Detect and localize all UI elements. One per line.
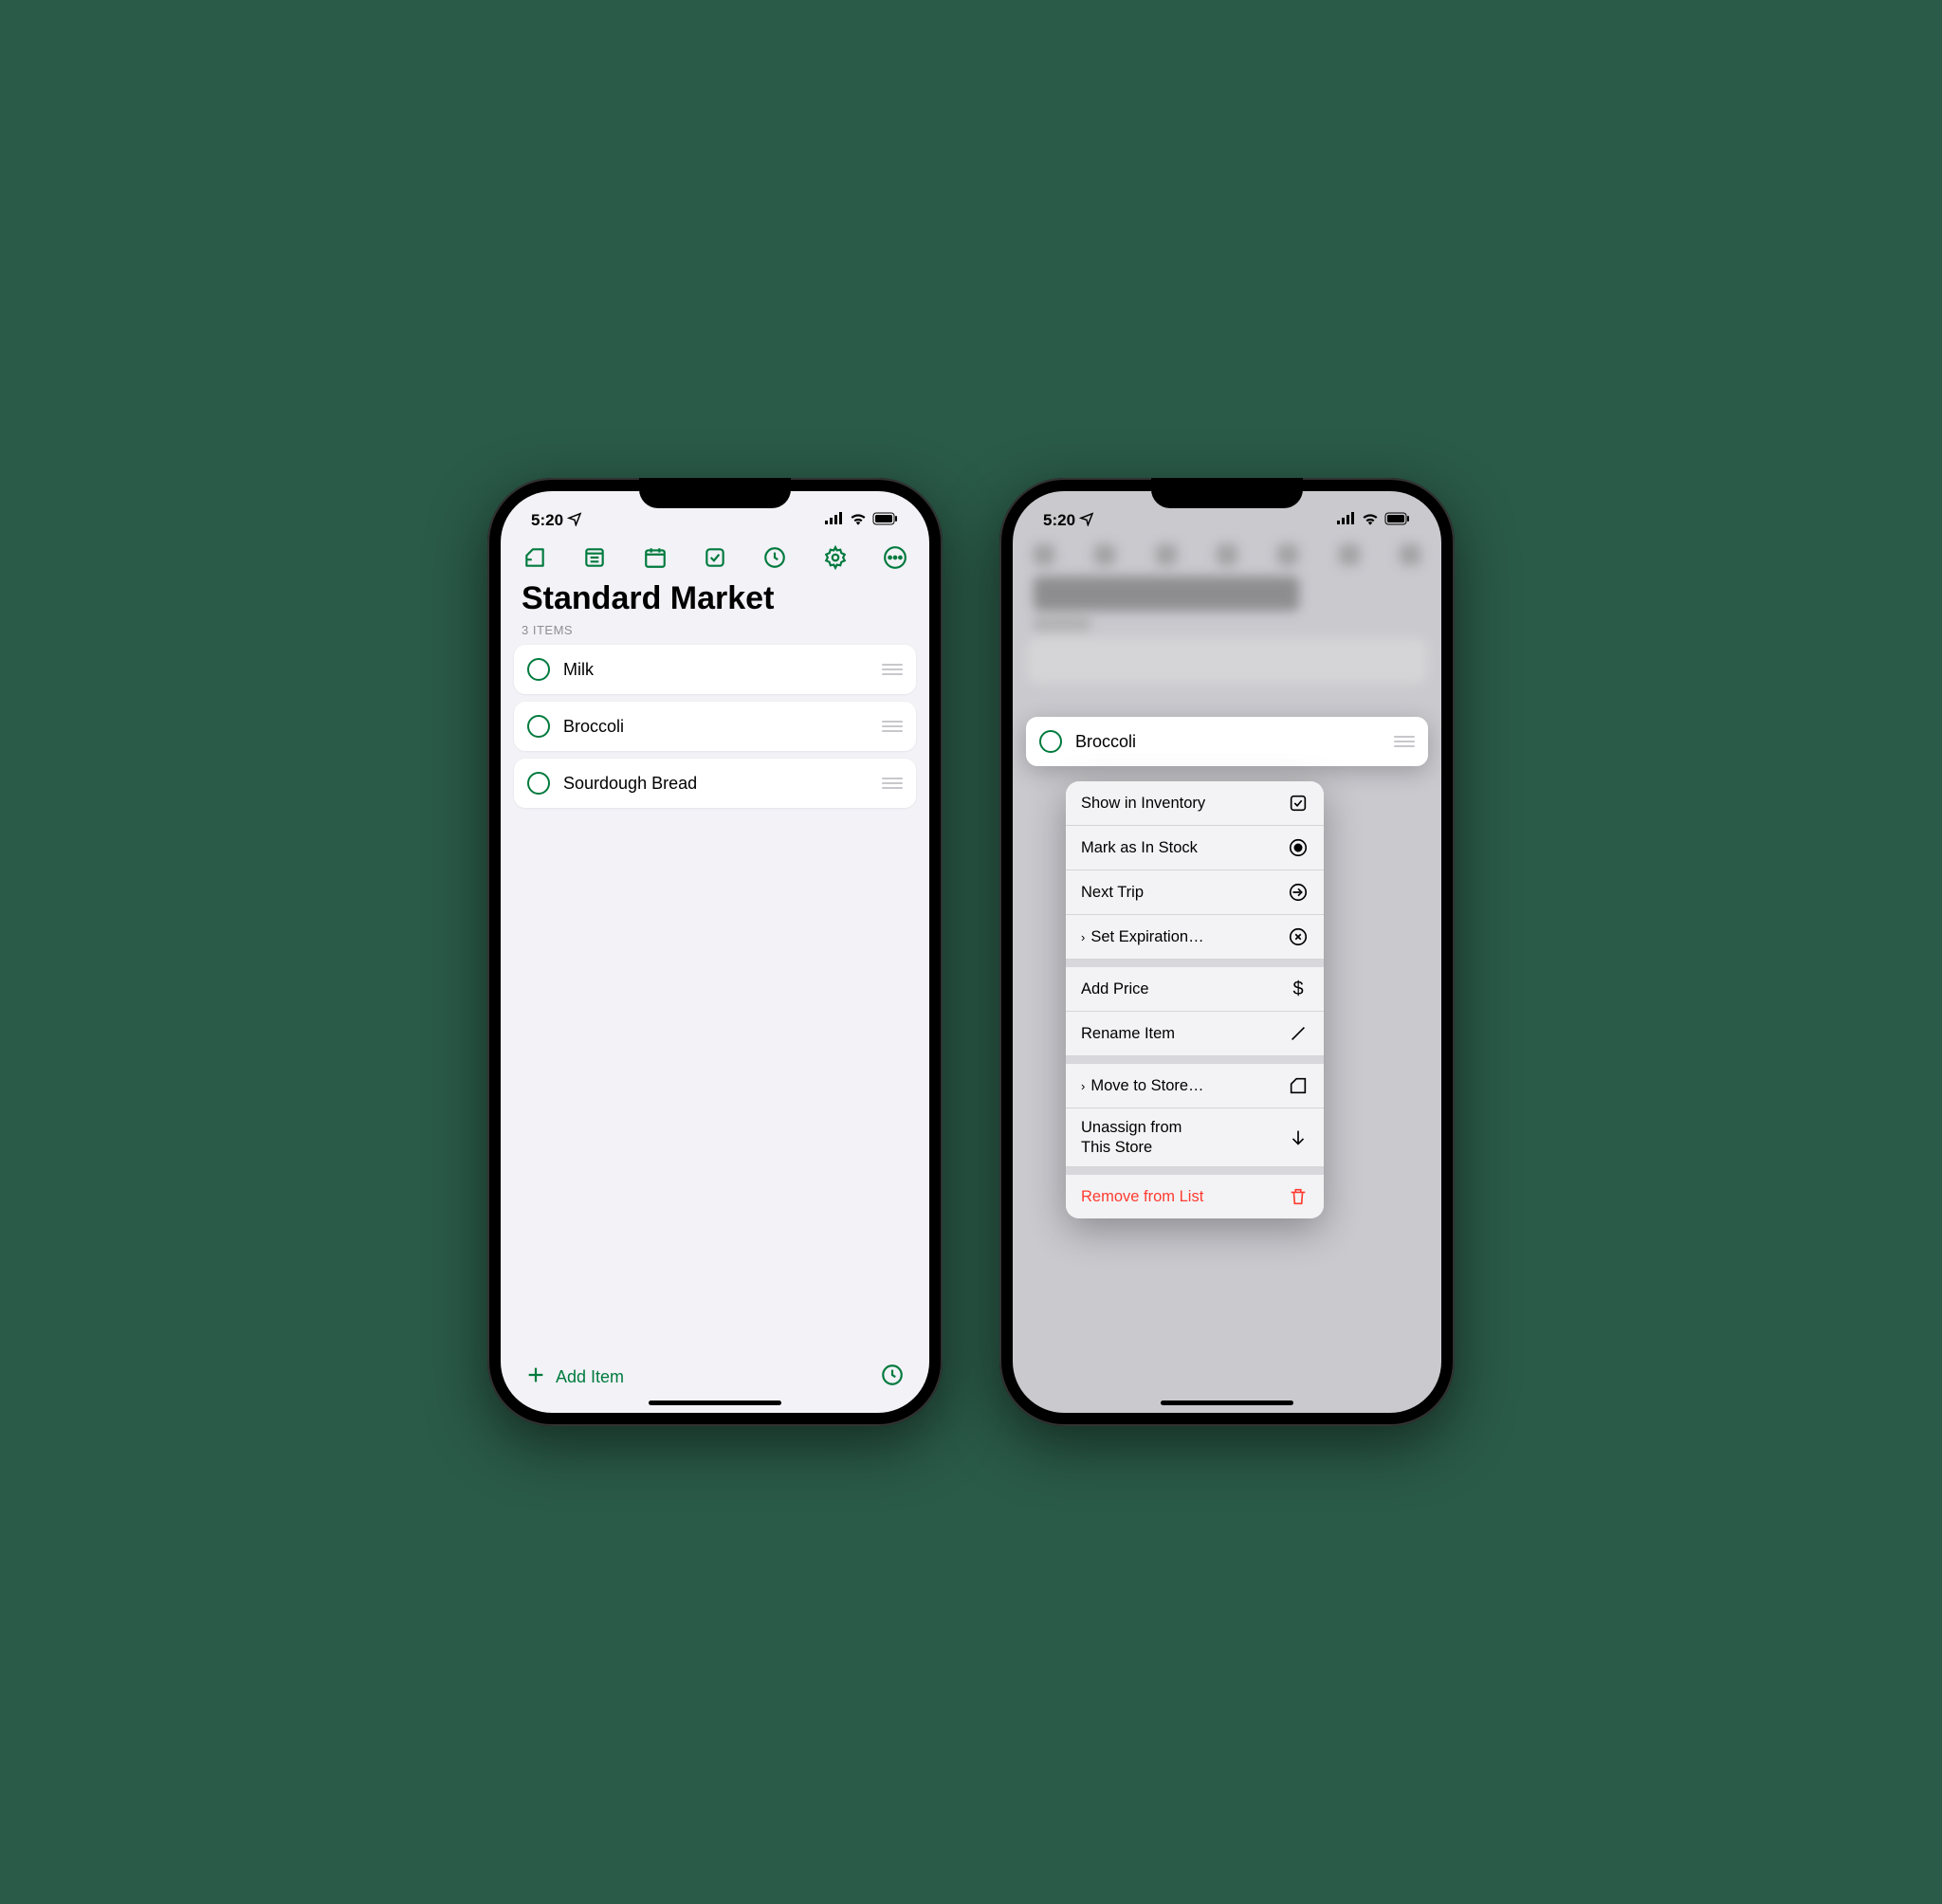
menu-show-inventory[interactable]: Show in Inventory (1066, 781, 1324, 826)
menu-add-price[interactable]: Add Price $ (1066, 967, 1324, 1012)
list-item[interactable]: Sourdough Bread (514, 759, 916, 808)
status-time: 5:20 (531, 511, 563, 530)
menu-label: Next Trip (1081, 884, 1144, 902)
home-indicator[interactable] (649, 1401, 781, 1405)
cellular-icon (1337, 511, 1356, 530)
page-title: Standard Market (501, 578, 929, 623)
checkbox-icon[interactable] (702, 544, 728, 571)
drag-handle-icon[interactable] (882, 664, 903, 675)
context-selected-item[interactable]: Broccoli (1026, 717, 1428, 766)
menu-label: Show in Inventory (1081, 795, 1205, 813)
wifi-icon (850, 511, 867, 530)
menu-next-trip[interactable]: Next Trip (1066, 870, 1324, 915)
plus-icon (525, 1364, 546, 1390)
arrow-down-icon (1288, 1127, 1309, 1148)
top-toolbar (501, 537, 929, 578)
item-label: Sourdough Bread (563, 774, 869, 794)
list-item[interactable]: Broccoli (514, 702, 916, 751)
home-indicator[interactable] (1161, 1401, 1293, 1405)
chevron-right-icon: › (1081, 930, 1085, 944)
drag-handle-icon[interactable] (882, 778, 903, 789)
items-count: 3 ITEMS (501, 623, 929, 645)
menu-set-expiration[interactable]: › Set Expiration… (1066, 915, 1324, 960)
trash-icon (1288, 1186, 1309, 1207)
menu-label: Remove from List (1081, 1188, 1203, 1206)
arrow-circle-icon (1288, 882, 1309, 903)
menu-remove[interactable]: Remove from List (1066, 1175, 1324, 1218)
item-label: Broccoli (563, 717, 869, 737)
menu-label: Move to Store… (1090, 1077, 1203, 1095)
menu-divider (1066, 960, 1324, 967)
clock-icon[interactable] (761, 544, 788, 571)
check-circle-icon[interactable] (527, 715, 550, 738)
x-circle-icon (1288, 926, 1309, 947)
device-notch (1151, 478, 1303, 508)
store-icon (1288, 1075, 1309, 1096)
context-menu: Show in Inventory Mark as In Stock Next … (1066, 781, 1324, 1218)
wifi-icon (1362, 511, 1379, 530)
drag-handle-icon[interactable] (882, 721, 903, 732)
phone-frame-right: 5:20 Broccoli Show in Inventory (999, 478, 1455, 1426)
add-item-label: Add Item (556, 1367, 624, 1387)
menu-move-store[interactable]: › Move to Store… (1066, 1064, 1324, 1108)
item-label: Milk (563, 660, 869, 680)
check-circle-icon[interactable] (527, 658, 550, 681)
phone-frame-left: 5:20 (487, 478, 943, 1426)
add-item-button[interactable]: Add Item (525, 1364, 624, 1390)
target-icon (1288, 837, 1309, 858)
screen-right: 5:20 Broccoli Show in Inventory (1013, 491, 1441, 1413)
menu-divider (1066, 1056, 1324, 1064)
pencil-icon (1288, 1023, 1309, 1044)
location-icon (1079, 511, 1094, 531)
menu-label: Set Expiration… (1090, 928, 1203, 946)
chevron-right-icon: › (1081, 1079, 1085, 1093)
menu-divider (1066, 1167, 1324, 1175)
screen-left: 5:20 (501, 491, 929, 1413)
list-icon[interactable] (581, 544, 608, 571)
battery-icon (1384, 511, 1411, 530)
check-circle-icon[interactable] (1039, 730, 1062, 753)
dollar-icon: $ (1288, 979, 1309, 999)
menu-mark-in-stock[interactable]: Mark as In Stock (1066, 826, 1324, 870)
cellular-icon (825, 511, 844, 530)
menu-unassign[interactable]: Unassign from This Store (1066, 1108, 1324, 1167)
status-time: 5:20 (1043, 511, 1075, 530)
menu-label: Unassign from This Store (1081, 1118, 1182, 1157)
menu-label: Rename Item (1081, 1025, 1175, 1043)
calendar-icon[interactable] (642, 544, 669, 571)
item-label: Broccoli (1075, 732, 1381, 752)
location-icon (567, 511, 582, 531)
history-icon[interactable] (880, 1363, 905, 1392)
gear-icon[interactable] (822, 544, 849, 571)
more-icon[interactable] (882, 544, 908, 571)
drag-handle-icon[interactable] (1394, 736, 1415, 747)
home-icon[interactable] (522, 544, 548, 571)
list-item[interactable]: Milk (514, 645, 916, 694)
menu-rename[interactable]: Rename Item (1066, 1012, 1324, 1056)
menu-label: Mark as In Stock (1081, 839, 1198, 857)
battery-icon (872, 511, 899, 530)
items-list: Milk Broccoli Sourdough Bread (501, 645, 929, 815)
check-circle-icon[interactable] (527, 772, 550, 795)
device-notch (639, 478, 791, 508)
inventory-icon (1288, 793, 1309, 814)
menu-label: Add Price (1081, 980, 1149, 998)
